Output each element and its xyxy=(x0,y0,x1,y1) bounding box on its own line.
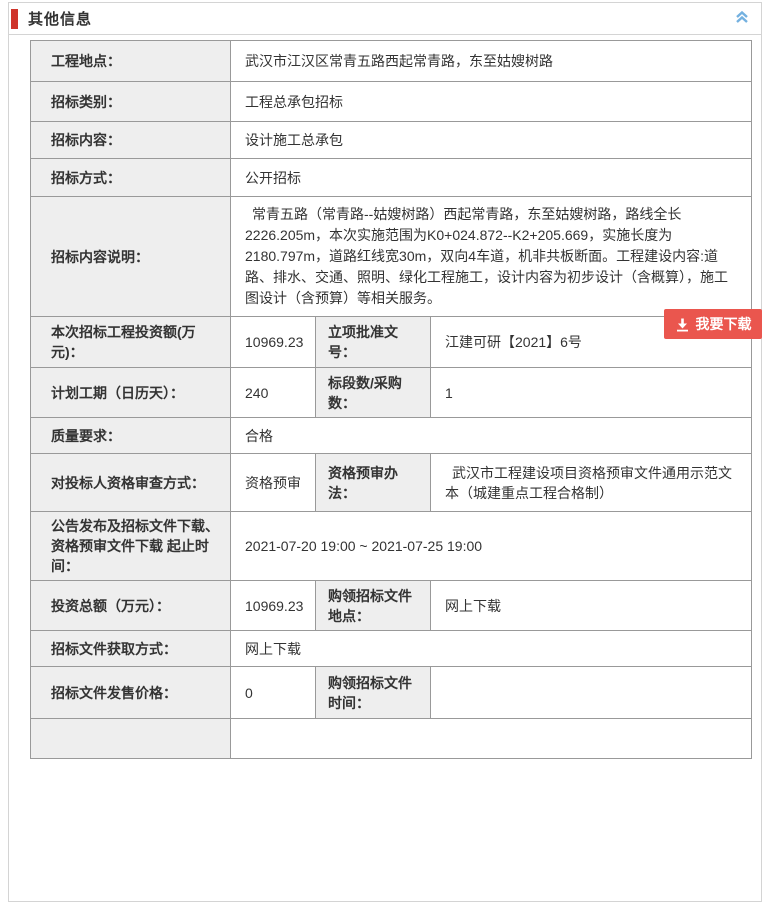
field-label: 招标文件获取方式： xyxy=(31,631,231,667)
table-row: 招标内容说明： 常青五路（常青路--姑嫂树路）西起常青路，东至姑嫂树路，路线全长… xyxy=(31,197,752,317)
table-row: 计划工期（日历天）： 240 标段数/采购数： 1 xyxy=(31,368,752,418)
field-label: 投资总额（万元）： xyxy=(31,581,231,631)
field-value: 合格 xyxy=(231,418,752,454)
field-sublabel: 资格预审办法： xyxy=(316,454,431,512)
field-value: 0 xyxy=(231,667,316,719)
download-button-label: 我要下载 xyxy=(696,314,752,334)
table-row: 公告发布及招标文件下载、资格预审文件下载 起止时间： 2021-07-20 19… xyxy=(31,512,752,581)
accent-bar xyxy=(11,9,18,29)
field-value: 10969.23 xyxy=(231,317,316,368)
panel-body: 工程地点： 武汉市江汉区常青五路西起常青路，东至姑嫂树路 招标类别： 工程总承包… xyxy=(9,35,761,759)
field-sublabel: 标段数/采购数： xyxy=(316,368,431,418)
other-info-table: 工程地点： 武汉市江汉区常青五路西起常青路，东至姑嫂树路 招标类别： 工程总承包… xyxy=(30,40,752,759)
table-row: 招标文件获取方式： 网上下载 xyxy=(31,631,752,667)
field-sublabel: 立项批准文号： xyxy=(316,317,431,368)
field-value: 网上下载 xyxy=(231,631,752,667)
field-value: 设计施工总承包 xyxy=(231,122,752,159)
field-label: 公告发布及招标文件下载、资格预审文件下载 起止时间： xyxy=(31,512,231,581)
table-row: 招标类别： 工程总承包招标 xyxy=(31,82,752,122)
field-label: 招标方式： xyxy=(31,159,231,197)
field-value: 2021-07-20 19:00 ~ 2021-07-25 19:00 xyxy=(231,512,752,581)
field-value: 常青五路（常青路--姑嫂树路）西起常青路，东至姑嫂树路，路线全长2226.205… xyxy=(231,197,752,317)
field-value: 公开招标 xyxy=(231,159,752,197)
field-label: 工程地点： xyxy=(31,41,231,82)
field-label: 对投标人资格审查方式： xyxy=(31,454,231,512)
field-label: 计划工期（日历天）： xyxy=(31,368,231,418)
table-row: 本次招标工程投资额(万元)： 10969.23 立项批准文号： 江建可研【202… xyxy=(31,317,752,368)
table-row: 对投标人资格审查方式： 资格预审 资格预审办法： 武汉市工程建设项目资格预审文件… xyxy=(31,454,752,512)
chevron-double-up-icon xyxy=(734,9,750,30)
field-value: 10969.23 xyxy=(231,581,316,631)
table-row: 质量要求： 合格 xyxy=(31,418,752,454)
panel-title: 其他信息 xyxy=(28,8,92,29)
field-subvalue: 武汉市工程建设项目资格预审文件通用示范文本（城建重点工程合格制） xyxy=(431,454,752,512)
table-row: 工程地点： 武汉市江汉区常青五路西起常青路，东至姑嫂树路 xyxy=(31,41,752,82)
field-label: 招标内容： xyxy=(31,122,231,159)
field-sublabel: 购领招标文件地点： xyxy=(316,581,431,631)
field-subvalue: 网上下载 xyxy=(431,581,752,631)
field-value: 武汉市江汉区常青五路西起常青路，东至姑嫂树路 xyxy=(231,41,752,82)
table-row: 招标方式： 公开招标 xyxy=(31,159,752,197)
field-value: 240 xyxy=(231,368,316,418)
field-label: 质量要求： xyxy=(31,418,231,454)
field-label: 招标内容说明： xyxy=(31,197,231,317)
field-label: 本次招标工程投资额(万元)： xyxy=(31,317,231,368)
other-info-panel: 其他信息 工程地点： 武汉市江汉区常青五路西起常青路，东至姑嫂树路 招标类别： … xyxy=(8,2,762,902)
field-value xyxy=(231,719,752,759)
table-row xyxy=(31,719,752,759)
table-row: 招标文件发售价格： 0 购领招标文件时间： xyxy=(31,667,752,719)
field-value: 工程总承包招标 xyxy=(231,82,752,122)
download-icon xyxy=(675,317,690,332)
field-value: 资格预审 xyxy=(231,454,316,512)
panel-header: 其他信息 xyxy=(9,3,761,35)
field-sublabel: 购领招标文件时间： xyxy=(316,667,431,719)
collapse-button[interactable] xyxy=(731,8,753,30)
field-subvalue: 1 xyxy=(431,368,752,418)
table-row: 投资总额（万元）： 10969.23 购领招标文件地点： 网上下载 xyxy=(31,581,752,631)
field-subvalue xyxy=(431,667,752,719)
table-row: 招标内容： 设计施工总承包 xyxy=(31,122,752,159)
download-button[interactable]: 我要下载 xyxy=(664,309,762,339)
field-label: 招标类别： xyxy=(31,82,231,122)
field-label xyxy=(31,719,231,759)
field-label: 招标文件发售价格： xyxy=(31,667,231,719)
